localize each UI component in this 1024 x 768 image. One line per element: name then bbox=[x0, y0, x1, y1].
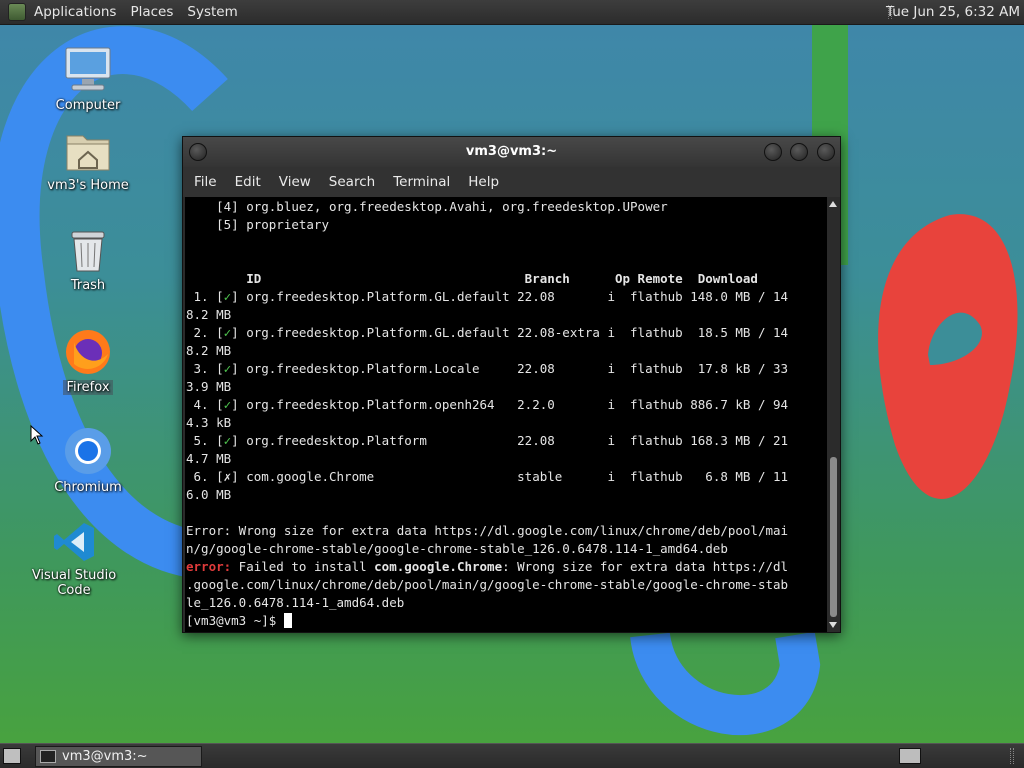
applications-menu[interactable]: Applications bbox=[32, 4, 124, 20]
places-menu[interactable]: Places bbox=[128, 4, 181, 20]
table-row: 1. [✓] org.freedesktop.Platform.GL.defau… bbox=[186, 288, 789, 306]
window-menu-button[interactable] bbox=[189, 143, 207, 161]
row-wrap: 3.9 MB bbox=[186, 379, 232, 394]
row-wrap: 8.2 MB bbox=[186, 307, 232, 322]
row-wrap: 4.7 MB bbox=[186, 451, 232, 466]
desktop-icon-label: Chromium bbox=[54, 480, 122, 495]
bottom-panel: vm3@vm3:~ bbox=[0, 743, 1024, 768]
row-wrap: 8.2 MB bbox=[186, 343, 232, 358]
row-number: 2. [ bbox=[186, 325, 224, 340]
panel-clock[interactable]: Tue Jun 25, 6:32 AM bbox=[886, 4, 1020, 20]
table-row: 2. [✓] org.freedesktop.Platform.GL.defau… bbox=[186, 324, 789, 342]
row-number: 6. [ bbox=[186, 469, 224, 484]
row-wrap: 6.0 MB bbox=[186, 487, 232, 502]
vscode-icon bbox=[54, 523, 94, 561]
desktop-icon-chromium[interactable]: Chromium bbox=[33, 426, 143, 495]
taskbar-item-label: vm3@vm3:~ bbox=[62, 749, 148, 764]
row-number: 5. [ bbox=[186, 433, 224, 448]
trash-icon bbox=[71, 231, 105, 272]
terminal-table-header: ID Branch Op Remote Download bbox=[186, 271, 758, 286]
distro-logo-icon[interactable] bbox=[8, 3, 26, 21]
maximize-button[interactable] bbox=[790, 143, 808, 161]
table-row: 6. [✗] com.google.Chrome stable i flathu… bbox=[186, 468, 789, 486]
desktop-icon-firefox[interactable]: Firefox bbox=[33, 328, 143, 395]
error-line: le_126.0.6478.114-1_amd64.deb bbox=[186, 595, 405, 610]
scrollbar-thumb[interactable] bbox=[830, 457, 837, 617]
desktop-icon-label: Firefox bbox=[63, 380, 113, 395]
menu-search[interactable]: Search bbox=[320, 174, 384, 190]
desktop-icon-computer[interactable]: Computer bbox=[33, 46, 143, 113]
error-text: Failed to install bbox=[231, 559, 375, 574]
table-row: 5. [✓] org.freedesktop.Platform 22.08 i … bbox=[186, 432, 789, 450]
row-number: 4. [ bbox=[186, 397, 224, 412]
row-text: ] com.google.Chrome stable i flathub 6.8… bbox=[231, 469, 789, 484]
scroll-up-arrow-icon[interactable] bbox=[829, 201, 837, 207]
error-line: error: Failed to install com.google.Chro… bbox=[186, 558, 788, 576]
error-text: : Wrong size for extra data https://dl bbox=[502, 559, 789, 574]
mouse-pointer-icon bbox=[30, 425, 44, 445]
menu-file[interactable]: File bbox=[185, 174, 226, 190]
system-menu[interactable]: System bbox=[185, 4, 245, 20]
chromium-icon bbox=[65, 428, 111, 474]
show-desktop-icon[interactable] bbox=[3, 748, 21, 764]
desktop-icon-label: Computer bbox=[55, 98, 121, 113]
desktop-icon-label: vm3's Home bbox=[47, 178, 129, 193]
prompt-line[interactable]: [vm3@vm3 ~]$ bbox=[186, 612, 292, 630]
row-text: ] org.freedesktop.Platform.GL.default 22… bbox=[231, 325, 789, 340]
desktop-icon-vscode[interactable]: Visual Studio Code bbox=[19, 520, 129, 598]
workspace-switcher[interactable] bbox=[899, 748, 921, 764]
text-cursor bbox=[283, 613, 292, 628]
row-text: ] org.freedesktop.Platform 22.08 i flath… bbox=[231, 433, 789, 448]
desktop-icon-label: Trash bbox=[70, 278, 106, 293]
panel-separator bbox=[1010, 748, 1014, 764]
desktop-icon-trash[interactable]: Trash bbox=[33, 228, 143, 293]
error-app-name: com.google.Chrome bbox=[374, 559, 503, 574]
window-titlebar[interactable]: vm3@vm3:~ bbox=[183, 137, 840, 167]
desktop-icon-label: Visual Studio Code bbox=[31, 568, 117, 598]
table-row: 4. [✓] org.freedesktop.Platform.openh264… bbox=[186, 396, 789, 414]
window-title: vm3@vm3:~ bbox=[465, 144, 558, 159]
error-prefix: error: bbox=[186, 559, 232, 574]
shell-prompt: [vm3@vm3 ~]$ bbox=[186, 613, 284, 628]
scroll-down-arrow-icon[interactable] bbox=[829, 622, 837, 628]
top-panel: Applications Places System Tue Jun 25, 6… bbox=[0, 0, 1024, 25]
menu-view[interactable]: View bbox=[270, 174, 320, 190]
taskbar-item-terminal[interactable]: vm3@vm3:~ bbox=[35, 746, 202, 767]
terminal-line: [5] proprietary bbox=[186, 217, 329, 232]
close-button[interactable] bbox=[817, 143, 835, 161]
row-text: ] org.freedesktop.Platform.Locale 22.08 … bbox=[231, 361, 789, 376]
error-line: .google.com/linux/chrome/deb/pool/main/g… bbox=[186, 577, 789, 592]
error-line: Error: Wrong size for extra data https:/… bbox=[186, 523, 789, 538]
terminal-output[interactable]: [4] org.bluez, org.freedesktop.Avahi, or… bbox=[185, 197, 827, 632]
computer-icon bbox=[65, 47, 111, 91]
row-text: ] org.freedesktop.Platform.openh264 2.2.… bbox=[231, 397, 789, 412]
terminal-scrollbar[interactable] bbox=[827, 197, 840, 632]
terminal-line: [4] org.bluez, org.freedesktop.Avahi, or… bbox=[186, 199, 668, 214]
menu-terminal[interactable]: Terminal bbox=[384, 174, 459, 190]
minimize-button[interactable] bbox=[764, 143, 782, 161]
row-number: 3. [ bbox=[186, 361, 224, 376]
terminal-menubar: File Edit View Search Terminal Help bbox=[183, 167, 840, 197]
terminal-icon bbox=[40, 750, 56, 763]
menu-help[interactable]: Help bbox=[459, 174, 508, 190]
menu-edit[interactable]: Edit bbox=[226, 174, 270, 190]
table-row: 3. [✓] org.freedesktop.Platform.Locale 2… bbox=[186, 360, 789, 378]
error-line: n/g/google-chrome-stable/google-chrome-s… bbox=[186, 541, 728, 556]
desktop-icon-home[interactable]: vm3's Home bbox=[33, 128, 143, 193]
row-text: ] org.freedesktop.Platform.GL.default 22… bbox=[231, 289, 789, 304]
firefox-icon bbox=[66, 330, 110, 374]
home-folder-icon bbox=[66, 135, 110, 171]
row-number: 1. [ bbox=[186, 289, 224, 304]
row-wrap: 4.3 kB bbox=[186, 415, 232, 430]
terminal-window: vm3@vm3:~ File Edit View Search Terminal… bbox=[182, 136, 841, 633]
